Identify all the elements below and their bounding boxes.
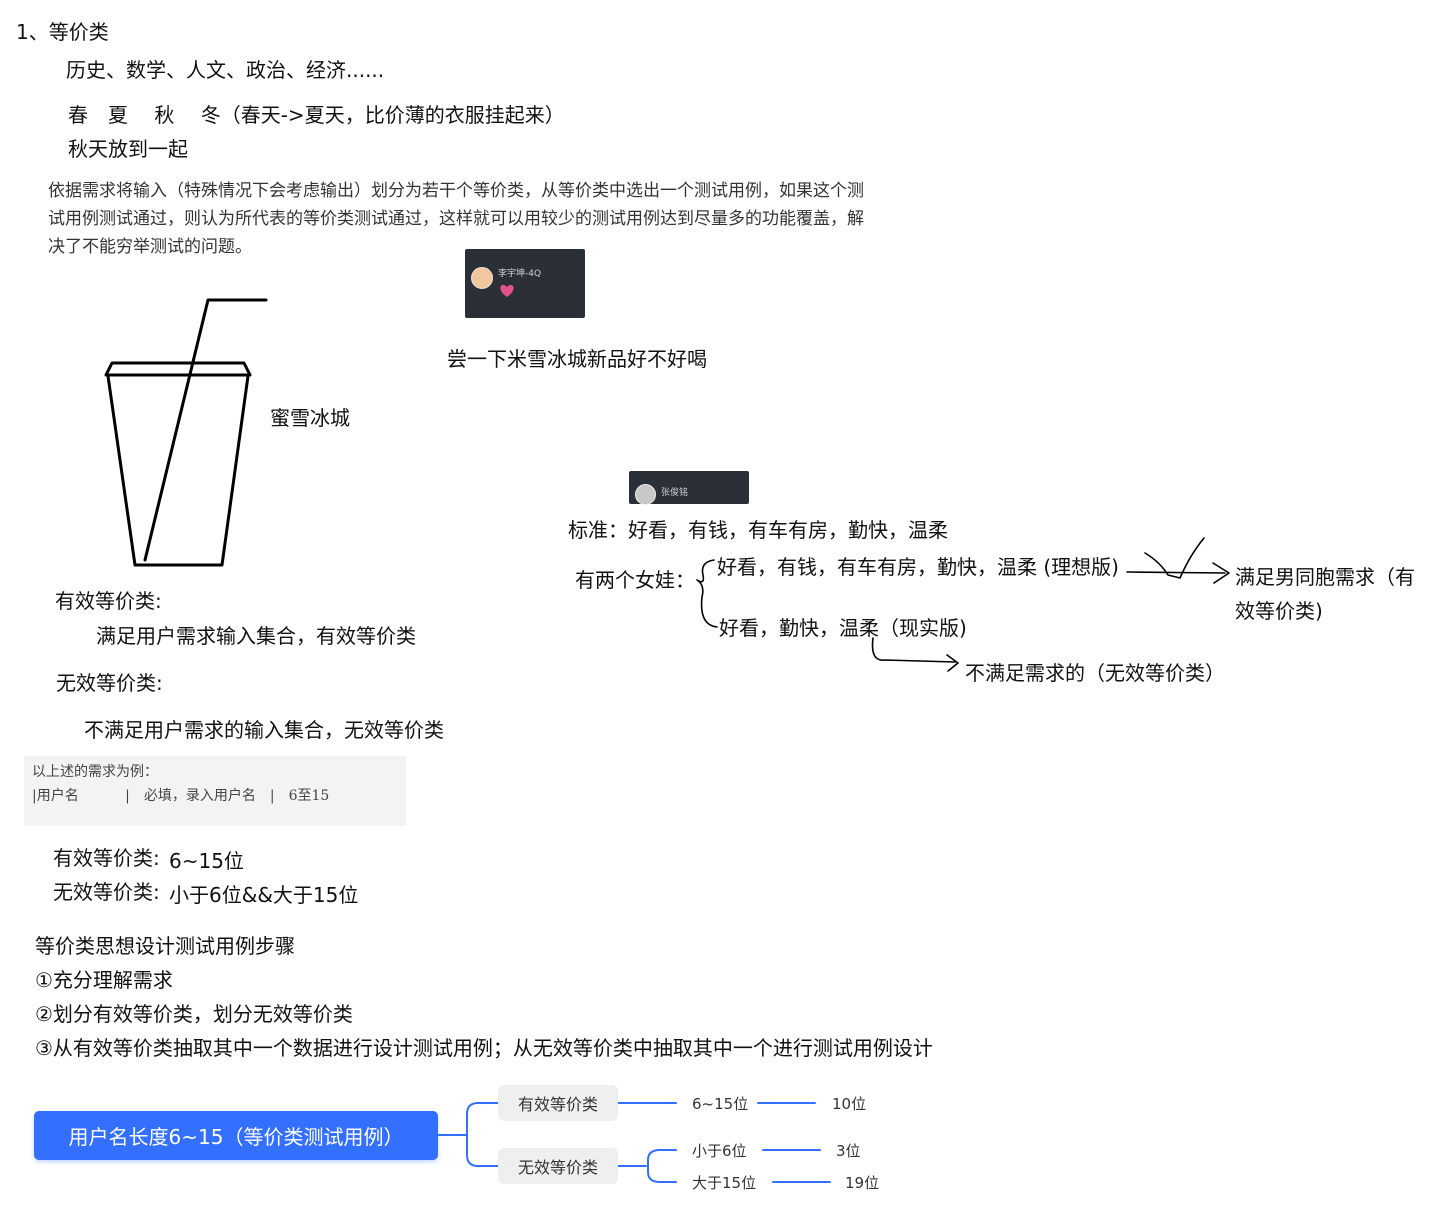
seasons-line-2: 秋天放到一起 [68, 137, 188, 161]
girl-real: 好看，勤快，温柔（现实版) [719, 616, 967, 640]
invalid-class-label: 无效等价类: [56, 671, 163, 695]
example-box: 以上述的需求为例： |用户名 | 必填，录入用户名 | 6至15 [24, 756, 406, 826]
avatar [471, 267, 493, 289]
tasting-caption: 尝一下米雪冰城新品好不好喝 [447, 347, 707, 371]
valid-example-value: 6~15位 [169, 849, 244, 873]
mindmap-invalid-node[interactable]: 无效等价类 [498, 1148, 618, 1184]
mindmap-root[interactable]: 用户名长度6~15（等价类测试用例） [34, 1111, 438, 1160]
user-card-2: 张俊铭 [629, 471, 749, 505]
mindmap-invalid-high-sample[interactable]: 19位 [845, 1172, 879, 1193]
valid-class-desc: 满足用户需求输入集合，有效等价类 [96, 624, 416, 648]
step-3: ③从有效等价类抽取其中一个数据进行设计测试用例；从无效等价类中抽取其中一个进行测… [35, 1036, 933, 1060]
standard-line: 标准：好看，有钱，有车有房，勤快，温柔 [568, 518, 948, 542]
cup-label: 蜜雪冰城 [270, 406, 350, 430]
satisfies-text: 满足男同胞需求（有效等价类) [1235, 565, 1415, 623]
subjects-line: 历史、数学、人文、政治、经济...... [66, 58, 385, 82]
step-2: ②划分有效等价类，划分无效等价类 [35, 1002, 353, 1026]
section-heading: 1、等价类 [16, 20, 109, 44]
avatar [635, 484, 656, 505]
heart-icon [499, 283, 515, 302]
invalid-example-value: 小于6位&&大于15位 [169, 883, 359, 907]
mindmap-valid-sample[interactable]: 10位 [832, 1093, 866, 1114]
seasons-line-1: 春 夏 秋 冬（春天->夏天，比价薄的衣服挂起来） [68, 103, 565, 127]
two-girls-label: 有两个女娃： [575, 568, 695, 592]
girl-ideal: 好看，有钱，有车有房，勤快，温柔 (理想版) [717, 555, 1119, 579]
mindmap-invalid-high-range[interactable]: 大于15位 [692, 1172, 756, 1193]
invalid-class-desc: 不满足用户需求的输入集合，无效等价类 [84, 718, 444, 742]
definition-paragraph: 依据需求将输入（特殊情况下会考虑输出）划分为若干个等价类，从等价类中选出一个测试… [48, 181, 864, 257]
valid-class-label: 有效等价类: [55, 589, 162, 613]
mindmap-invalid-low-sample[interactable]: 3位 [836, 1140, 861, 1161]
example-line-1: 以上述的需求为例： [32, 764, 158, 780]
example-line-2: |用户名 | 必填，录入用户名 | 6至15 [32, 788, 330, 804]
not-satisfies-text: 不满足需求的（无效等价类） [965, 661, 1225, 685]
valid-example-label: 有效等价类: [53, 846, 160, 870]
user-card-1: 李宇坤-4Q [465, 249, 585, 318]
card-username: 李宇坤-4Q [498, 269, 542, 279]
invalid-example-label: 无效等价类: [53, 880, 160, 904]
mindmap-invalid-low-range[interactable]: 小于6位 [692, 1140, 747, 1161]
steps-title: 等价类思想设计测试用例步骤 [35, 934, 295, 958]
step-1: ①充分理解需求 [35, 968, 173, 992]
mindmap-valid-node[interactable]: 有效等价类 [498, 1085, 618, 1121]
mindmap-valid-range[interactable]: 6~15位 [692, 1093, 748, 1114]
card-username: 张俊铭 [661, 488, 689, 498]
